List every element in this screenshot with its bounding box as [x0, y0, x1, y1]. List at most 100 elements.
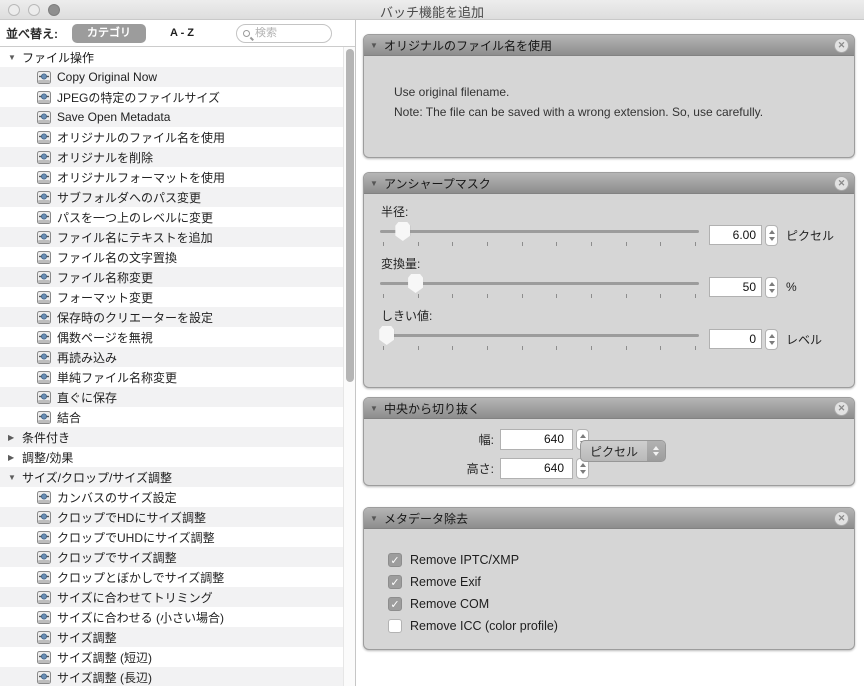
sidebar-action-item[interactable]: オリジナルを削除	[0, 147, 343, 167]
scrollbar-thumb[interactable]	[346, 49, 354, 382]
unit-popup-button[interactable]: ピクセル	[580, 440, 666, 462]
sidebar-group-header[interactable]: ▶ 条件付き	[0, 427, 343, 447]
sidebar-action-item[interactable]: ファイル名にテキストを追加	[0, 227, 343, 247]
sidebar-action-item[interactable]: Save Open Metadata	[0, 107, 343, 127]
action-icon	[37, 350, 51, 364]
search-field[interactable]	[236, 23, 333, 43]
amount-label: 変換量:	[381, 257, 421, 271]
sidebar-action-item[interactable]: サイズに合わせる (小さい場合)	[0, 607, 343, 627]
row-label: サイズ調整 (長辺)	[57, 670, 152, 685]
panel-crop-from-center: ▼ 中央から切り抜く ✕ 幅: 高さ: ピクセル	[363, 397, 855, 486]
search-input[interactable]	[255, 27, 316, 39]
sidebar-action-item[interactable]: フォーマット変更	[0, 287, 343, 307]
row-label: オリジナルフォーマットを使用	[57, 170, 226, 185]
sidebar-action-item[interactable]: 偶数ページを無視	[0, 327, 343, 347]
disclosure-triangle-icon[interactable]: ▼	[370, 179, 384, 188]
sidebar-action-item[interactable]: 結合	[0, 407, 343, 427]
close-icon[interactable]: ✕	[834, 38, 849, 53]
row-label: サイズ調整	[57, 630, 117, 645]
row-label: 直ぐに保存	[57, 390, 118, 405]
panel-header[interactable]: ▼ オリジナルのファイル名を使用 ✕	[364, 35, 854, 56]
sidebar-action-item[interactable]: 直ぐに保存	[0, 387, 343, 407]
sidebar-action-item[interactable]: クロップでUHDにサイズ調整	[0, 527, 343, 547]
sidebar-action-item[interactable]: クロップでサイズ調整	[0, 547, 343, 567]
action-icon	[37, 610, 51, 624]
row-label: パスを一つ上のレベルに変更	[57, 210, 214, 225]
segment-a-z[interactable]: A - Z	[170, 27, 194, 39]
checkbox-row: Remove COM	[388, 593, 854, 615]
description-note: Note: The file can be saved with a wrong…	[394, 105, 764, 119]
panel-header[interactable]: ▼ アンシャープマスク ✕	[364, 173, 854, 194]
sidebar: 並べ替え: カテゴリ A - Z ▼ファイル操作Copy Original No…	[0, 20, 356, 686]
panel-header[interactable]: ▼ メタデータ除去 ✕	[364, 508, 854, 529]
action-icon	[37, 90, 51, 104]
row-label: JPEGの特定のファイルサイズ	[57, 90, 220, 105]
checkbox-remove-iptc-xmp[interactable]	[388, 553, 402, 567]
sidebar-action-item[interactable]: カンバスのサイズ設定	[0, 487, 343, 507]
sidebar-action-item[interactable]: サブフォルダへのパス変更	[0, 187, 343, 207]
disclosure-triangle-icon[interactable]: ▼	[370, 514, 384, 523]
radius-stepper[interactable]	[765, 224, 778, 246]
amount-unit-label: %	[786, 280, 797, 294]
sidebar-action-item[interactable]: ファイル名の文字置換	[0, 247, 343, 267]
checkbox-remove-exif[interactable]	[388, 575, 402, 589]
checkbox-label: Remove Exif	[410, 575, 481, 589]
sidebar-action-item[interactable]: ファイル名称変更	[0, 267, 343, 287]
row-label: クロップでサイズ調整	[57, 550, 177, 565]
sidebar-action-item[interactable]: 保存時のクリエーターを設定	[0, 307, 343, 327]
row-label: カンバスのサイズ設定	[57, 490, 177, 505]
sidebar-action-item[interactable]: オリジナルフォーマットを使用	[0, 167, 343, 187]
panel-metadata-removal: ▼ メタデータ除去 ✕ Remove IPTC/XMP Remove Exif …	[363, 507, 855, 650]
disclosure-triangle-icon[interactable]: ▼	[370, 41, 384, 50]
sidebar-action-item[interactable]: JPEGの特定のファイルサイズ	[0, 87, 343, 107]
disclosure-triangle-icon[interactable]: ▼	[370, 404, 384, 413]
row-label: サイズに合わせる (小さい場合)	[57, 610, 224, 625]
slider-thumb[interactable]	[408, 274, 424, 293]
close-icon[interactable]: ✕	[834, 401, 849, 416]
amount-slider[interactable]	[380, 272, 699, 302]
threshold-stepper[interactable]	[765, 328, 778, 350]
sidebar-group-header[interactable]: ▼ ファイル操作	[0, 47, 343, 67]
sidebar-action-item[interactable]: サイズ調整	[0, 627, 343, 647]
checkbox-remove-icc[interactable]	[388, 619, 402, 633]
disclosure-triangle-icon[interactable]: ▼	[8, 53, 22, 62]
disclosure-triangle-icon[interactable]: ▶	[8, 433, 22, 442]
close-icon[interactable]: ✕	[834, 176, 849, 191]
sidebar-scrollbar[interactable]	[343, 47, 355, 686]
radius-value-input[interactable]	[709, 225, 762, 245]
close-icon[interactable]: ✕	[834, 511, 849, 526]
row-label: 再読み込み	[57, 350, 118, 365]
row-label: ファイル操作	[22, 50, 95, 65]
row-label: 条件付き	[22, 430, 71, 445]
sidebar-action-item[interactable]: 単純ファイル名称変更	[0, 367, 343, 387]
slider-thumb[interactable]	[379, 326, 395, 345]
sidebar-action-item[interactable]: 再読み込み	[0, 347, 343, 367]
sidebar-action-item[interactable]: オリジナルのファイル名を使用	[0, 127, 343, 147]
sidebar-action-item[interactable]: サイズ調整 (長辺)	[0, 667, 343, 686]
row-label: フォーマット変更	[57, 290, 154, 305]
sidebar-group-header[interactable]: ▶ 調整/効果	[0, 447, 343, 467]
disclosure-triangle-icon[interactable]: ▼	[8, 473, 22, 482]
sidebar-action-item[interactable]: パスを一つ上のレベルに変更	[0, 207, 343, 227]
checkbox-remove-com[interactable]	[388, 597, 402, 611]
segment-category[interactable]: カテゴリ	[72, 23, 146, 43]
sidebar-action-item[interactable]: Copy Original Now	[0, 67, 343, 87]
slider-thumb[interactable]	[395, 222, 411, 241]
threshold-value-input[interactable]	[709, 329, 762, 349]
width-input[interactable]	[500, 428, 573, 450]
radius-slider[interactable]	[380, 220, 699, 250]
threshold-slider[interactable]	[379, 324, 699, 354]
panel-header[interactable]: ▼ 中央から切り抜く ✕	[364, 398, 854, 419]
sidebar-action-item[interactable]: クロップとぼかしでサイズ調整	[0, 567, 343, 587]
sidebar-action-item[interactable]: サイズに合わせてトリミング	[0, 587, 343, 607]
amount-stepper[interactable]	[765, 276, 778, 298]
row-label: サイズ/クロップ/サイズ調整	[22, 470, 172, 485]
height-input[interactable]	[500, 457, 573, 479]
disclosure-triangle-icon[interactable]: ▶	[8, 453, 22, 462]
row-label: サブフォルダへのパス変更	[57, 190, 202, 205]
sidebar-action-item[interactable]: サイズ調整 (短辺)	[0, 647, 343, 667]
sidebar-group-header[interactable]: ▼ サイズ/クロップ/サイズ調整	[0, 467, 343, 487]
sidebar-action-item[interactable]: クロップでHDにサイズ調整	[0, 507, 343, 527]
action-icon	[37, 250, 51, 264]
amount-value-input[interactable]	[709, 277, 762, 297]
